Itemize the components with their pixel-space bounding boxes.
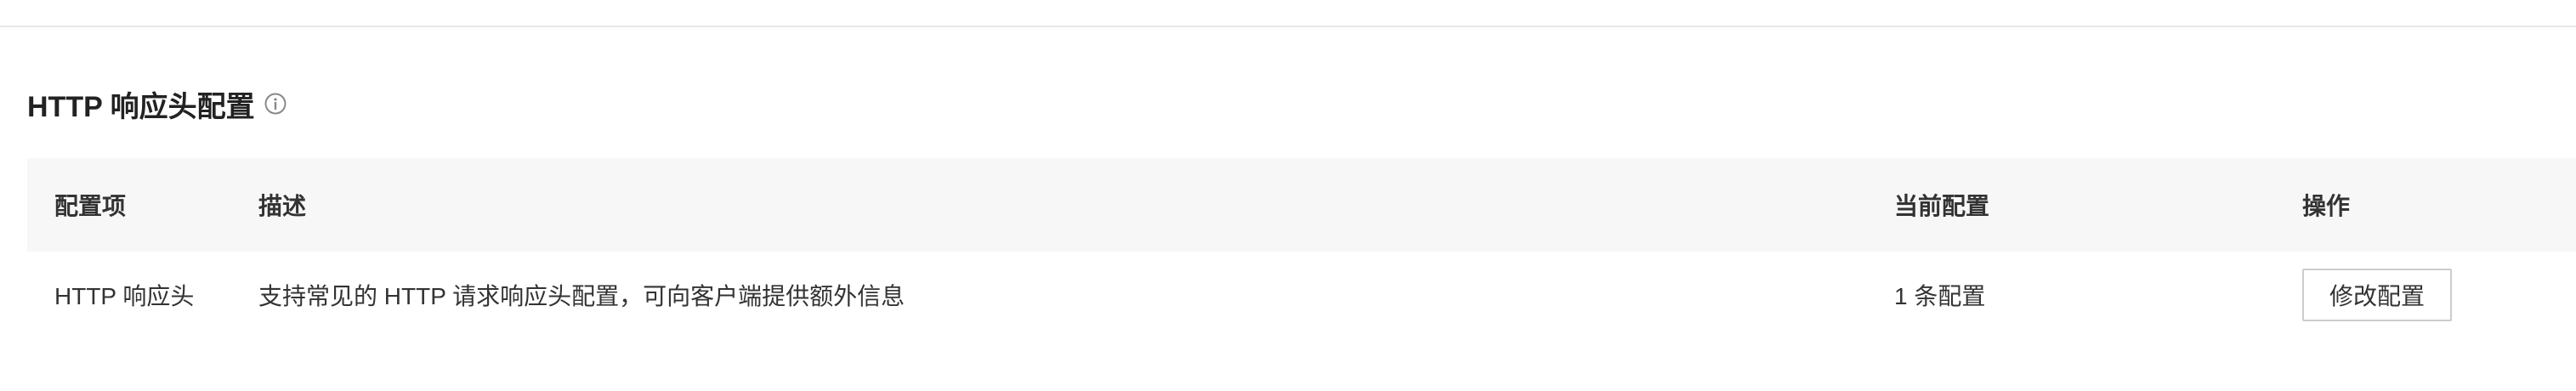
- section-title: HTTP 响应头配置: [27, 90, 255, 123]
- info-circle-icon[interactable]: [264, 92, 287, 116]
- column-header-description: 描述: [258, 158, 1894, 252]
- edit-config-button[interactable]: 修改配置: [2302, 269, 2452, 321]
- cell-action: 修改配置: [2302, 252, 2576, 338]
- column-header-action: 操作: [2302, 158, 2576, 252]
- column-header-current: 当前配置: [1894, 158, 2302, 252]
- config-table: 配置项 描述 当前配置 操作 HTTP 响应头 支持常见的 HTTP 请求响应头…: [27, 158, 2576, 338]
- cell-current-config: 1 条配置: [1894, 252, 2302, 338]
- cell-description: 支持常见的 HTTP 请求响应头配置，可向客户端提供额外信息: [258, 252, 1894, 338]
- column-header-item: 配置项: [27, 158, 258, 252]
- cell-item: HTTP 响应头: [27, 252, 258, 338]
- section-header: HTTP 响应头配置: [27, 83, 287, 124]
- page: HTTP 响应头配置 配置项 描述 当前配置 操作 HTTP 响应头 支持常见的…: [0, 0, 2576, 391]
- top-divider: [0, 26, 2576, 27]
- table-header-row: 配置项 描述 当前配置 操作: [27, 158, 2576, 252]
- table-row: HTTP 响应头 支持常见的 HTTP 请求响应头配置，可向客户端提供额外信息 …: [27, 252, 2576, 338]
